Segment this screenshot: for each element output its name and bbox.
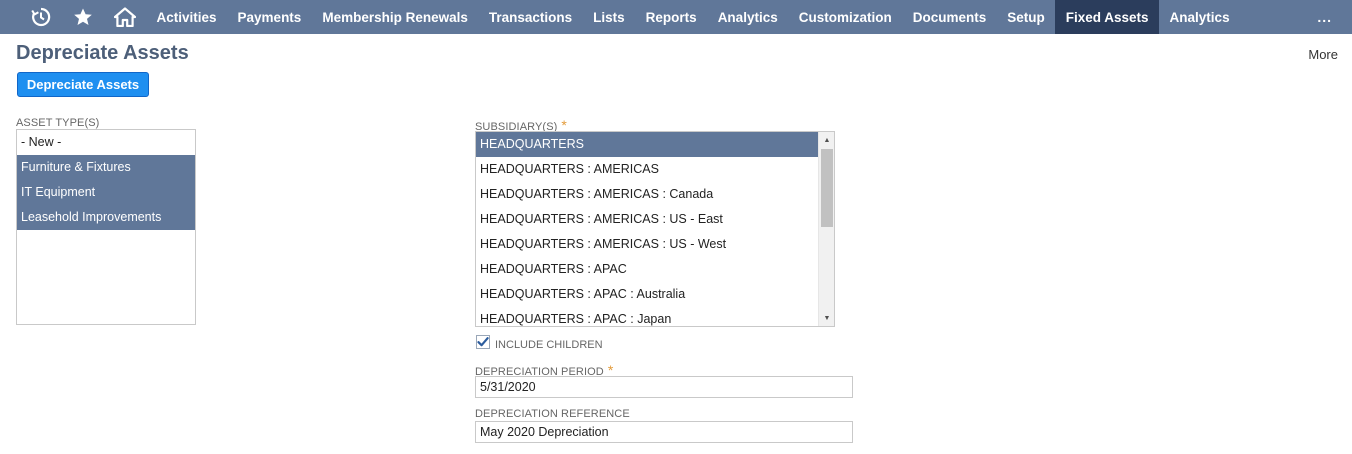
top-navigation: Activities Payments Membership Renewals … xyxy=(0,0,1352,34)
include-children-checkbox[interactable] xyxy=(476,335,490,349)
nav-setup[interactable]: Setup xyxy=(997,0,1056,34)
subsidiary-option[interactable]: HEADQUARTERS : AMERICAS xyxy=(476,157,818,182)
page-title: Depreciate Assets xyxy=(16,42,189,64)
subsidiary-option[interactable]: HEADQUARTERS : AMERICAS : US - East xyxy=(476,207,818,232)
scroll-down-arrow-icon[interactable]: ▼ xyxy=(819,310,834,326)
more-link[interactable]: More xyxy=(1308,47,1338,62)
checkmark-icon xyxy=(477,337,489,347)
nav-fixed-assets[interactable]: Fixed Assets xyxy=(1055,0,1160,34)
subsidiary-option[interactable]: HEADQUARTERS xyxy=(476,132,818,157)
asset-types-label: ASSET TYPE(S) xyxy=(16,117,100,129)
nav-transactions[interactable]: Transactions xyxy=(478,0,582,34)
subsidiaries-scrollbar[interactable]: ▲ ▼ xyxy=(818,132,834,326)
depreciate-assets-button[interactable]: Depreciate Assets xyxy=(17,72,149,97)
subsidiary-option[interactable]: HEADQUARTERS : AMERICAS : US - West xyxy=(476,232,818,257)
nav-analytics-2[interactable]: Analytics xyxy=(1159,0,1240,34)
include-children-label: INCLUDE CHILDREN xyxy=(495,339,603,351)
asset-type-option[interactable]: Leasehold Improvements xyxy=(17,205,195,230)
nav-customization[interactable]: Customization xyxy=(788,0,902,34)
subsidiary-option[interactable]: HEADQUARTERS : APAC : Australia xyxy=(476,282,818,307)
nav-documents[interactable]: Documents xyxy=(902,0,997,34)
nav-lists[interactable]: Lists xyxy=(583,0,636,34)
nav-analytics[interactable]: Analytics xyxy=(707,0,788,34)
star-icon[interactable] xyxy=(62,0,104,34)
nav-activities[interactable]: Activities xyxy=(146,0,227,34)
nav-payments[interactable]: Payments xyxy=(227,0,312,34)
scroll-up-arrow-icon[interactable]: ▲ xyxy=(819,132,834,148)
nav-reports[interactable]: Reports xyxy=(635,0,707,34)
depreciation-reference-field[interactable]: May 2020 Depreciation xyxy=(475,421,853,443)
nav-membership-renewals[interactable]: Membership Renewals xyxy=(312,0,479,34)
subsidiary-option[interactable]: HEADQUARTERS : APAC xyxy=(476,257,818,282)
asset-type-option[interactable]: Furniture & Fixtures xyxy=(17,155,195,180)
asset-types-multiselect[interactable]: - New - Furniture & Fixtures IT Equipmen… xyxy=(16,129,196,325)
asset-type-option-new[interactable]: - New - xyxy=(17,130,195,155)
subsidiary-option[interactable]: HEADQUARTERS : APAC : Japan xyxy=(476,307,818,326)
depreciation-period-field[interactable]: 5/31/2020 xyxy=(475,376,853,398)
depreciation-reference-label: DEPRECIATION REFERENCE xyxy=(475,408,630,420)
home-icon[interactable] xyxy=(104,0,146,34)
nav-more-ellipsis[interactable]: ... xyxy=(1317,0,1332,34)
recent-records-icon[interactable] xyxy=(20,0,62,34)
subsidiary-option[interactable]: HEADQUARTERS : AMERICAS : Canada xyxy=(476,182,818,207)
scroll-thumb[interactable] xyxy=(821,149,833,227)
subsidiaries-multiselect[interactable]: HEADQUARTERS HEADQUARTERS : AMERICAS HEA… xyxy=(475,131,835,327)
asset-type-option[interactable]: IT Equipment xyxy=(17,180,195,205)
